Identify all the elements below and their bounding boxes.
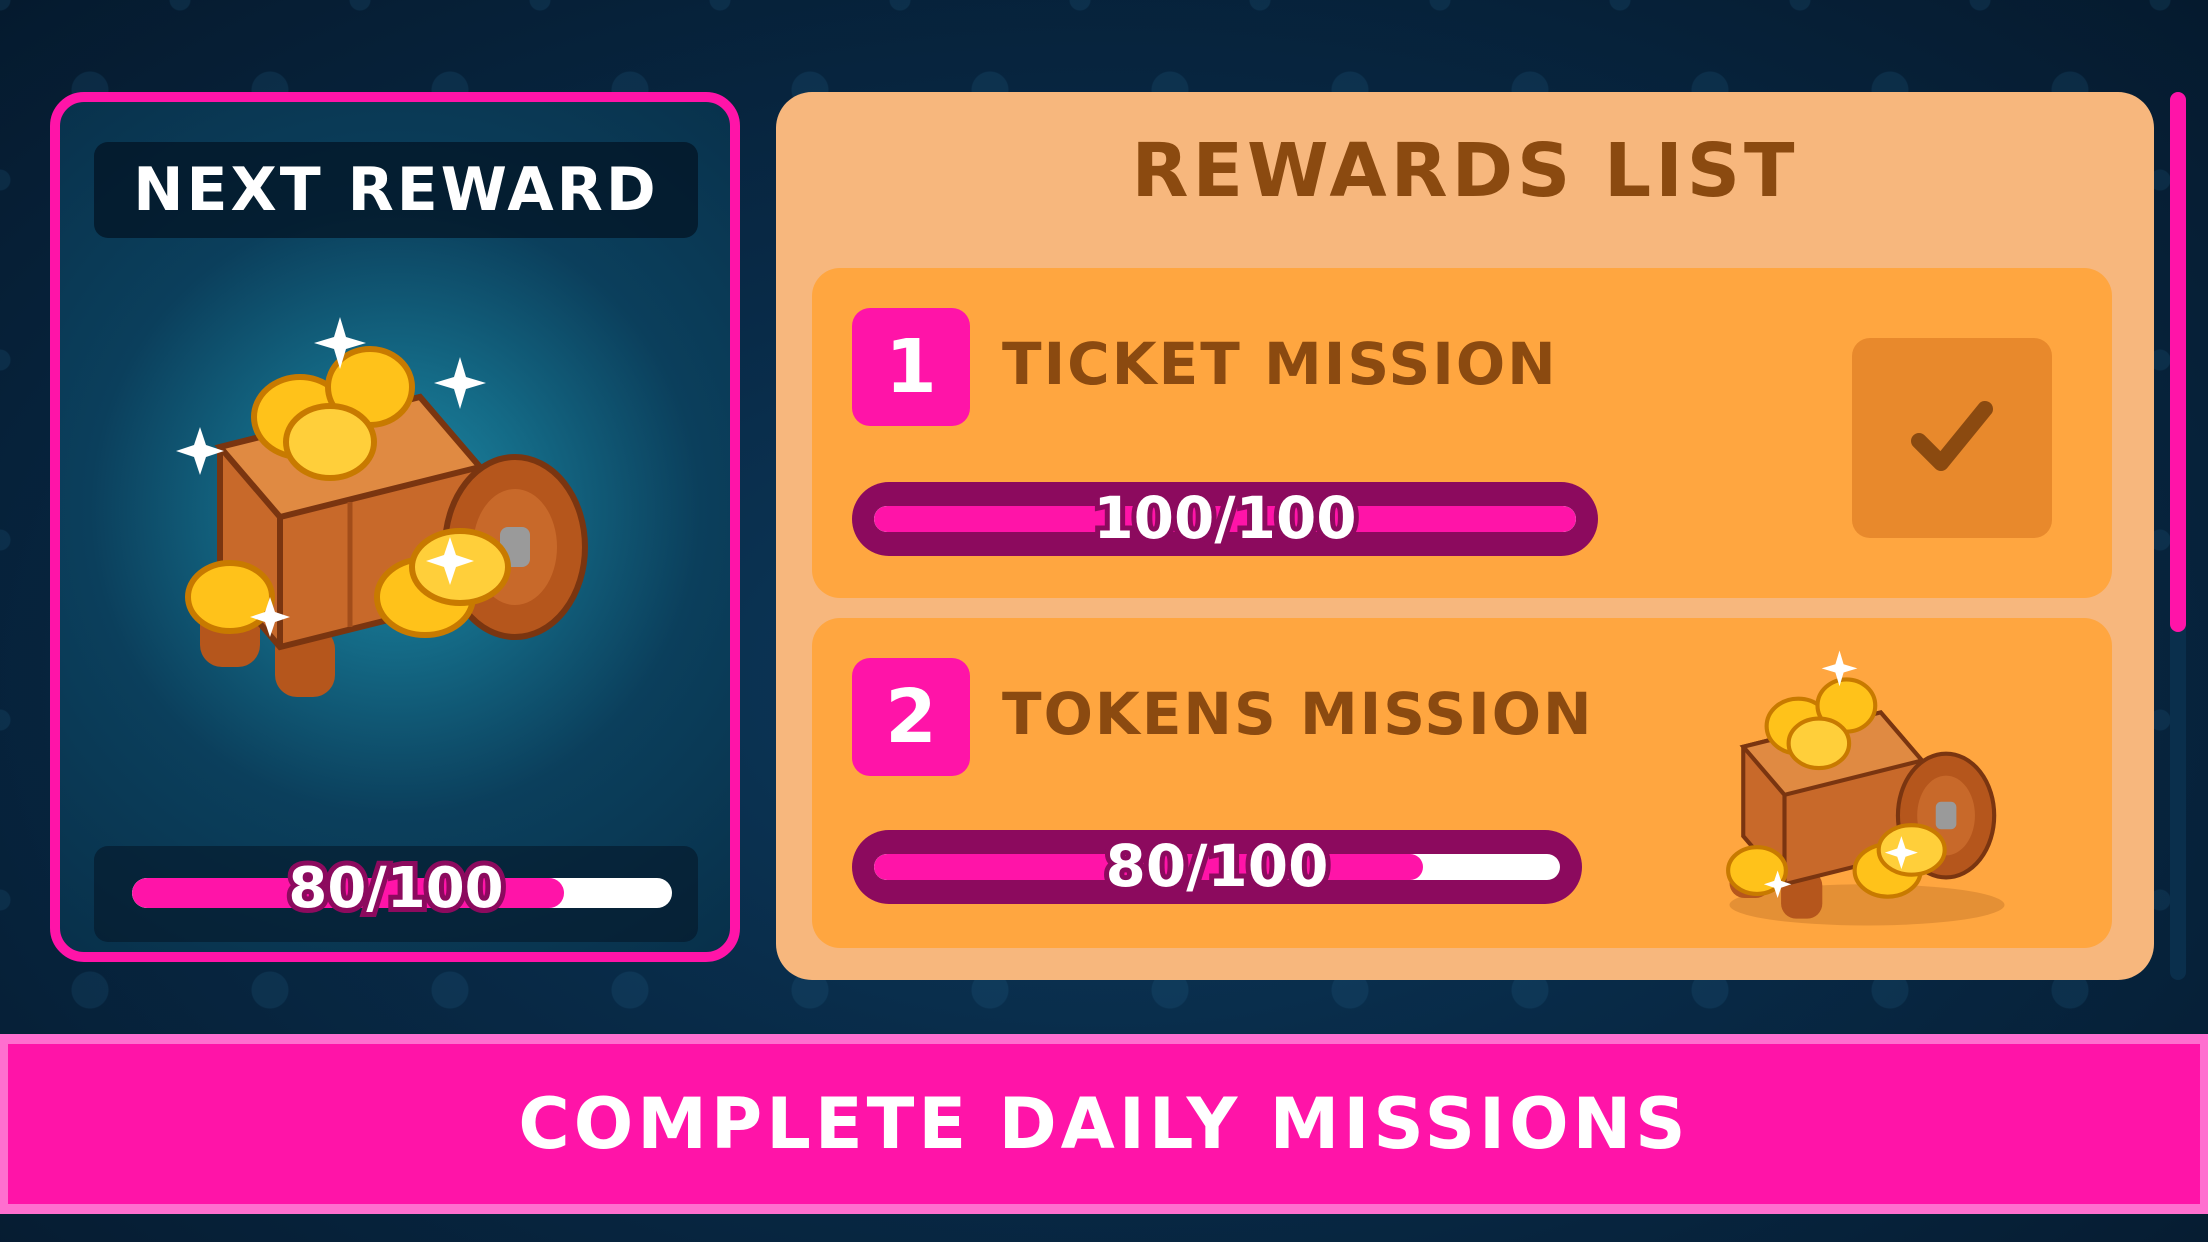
- mission-number-badge: 2: [852, 658, 970, 776]
- treasure-cart-icon: [1726, 650, 2005, 926]
- bottom-banner: COMPLETE DAILY MISSIONS: [0, 1034, 2208, 1214]
- rewards-list-title: REWARDS LIST: [1131, 128, 1799, 214]
- check-icon: [1911, 401, 1993, 471]
- bottom-banner-inner: COMPLETE DAILY MISSIONS: [8, 1044, 2200, 1204]
- treasure-cart-icon: [176, 317, 588, 697]
- mission-name: TICKET MISSION: [1002, 330, 1558, 398]
- mission-name: TOKENS MISSION: [1002, 680, 1594, 748]
- mission-progress-bar: 100/100: [852, 479, 1598, 557]
- next-reward-progress: 80/100: [94, 846, 698, 942]
- mission-card-tokens[interactable]: 2 TOKENS MISSION 80/100: [812, 618, 2112, 948]
- mission-progress-text: 80/100: [1101, 827, 1334, 905]
- rewards-list-panel[interactable]: REWARDS LIST 1 TICKET MISSION 100/100 2 …: [776, 92, 2154, 980]
- next-reward-header: NEXT REWARD: [94, 142, 698, 238]
- mission-progress-bar: 80/100: [852, 827, 1582, 905]
- mission-number-badge: 1: [852, 308, 970, 426]
- rewards-scrollbar-thumb[interactable]: [2170, 92, 2186, 632]
- banner-text: COMPLETE DAILY MISSIONS: [518, 1083, 1690, 1165]
- mission-card-ticket[interactable]: 1 TICKET MISSION 100/100: [812, 268, 2112, 598]
- next-reward-progress-text: 80/100: [283, 851, 508, 926]
- next-reward-title: NEXT REWARD: [133, 155, 659, 225]
- mission-progress-text: 100/100: [1088, 479, 1361, 557]
- rewards-scrollbar[interactable]: [2170, 92, 2186, 980]
- claim-check-button[interactable]: [1852, 338, 2052, 538]
- next-reward-card[interactable]: NEXT REWARD 80/100: [50, 92, 740, 962]
